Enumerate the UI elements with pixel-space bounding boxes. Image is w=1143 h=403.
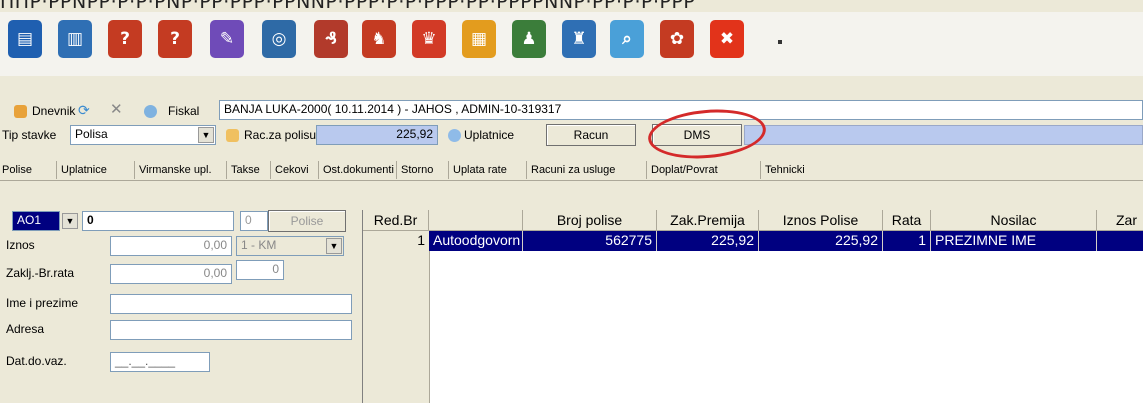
ribbon-user-icon[interactable]: ? bbox=[158, 20, 192, 58]
grid-cell[interactable]: 225,92 bbox=[657, 231, 759, 251]
tab-uplata-rate[interactable]: Uplata rate bbox=[448, 161, 507, 179]
grid-header-0[interactable]: Red.Br bbox=[363, 210, 429, 231]
main-toolbar: ▤ ▥?? ✎ ◎ ₰ ♞ ♛ ▦ ♟ ♜ ⌕ ✿ ✖ bbox=[0, 12, 1143, 76]
toolbar-overflow-dot bbox=[778, 40, 782, 44]
grid-cell[interactable]: Autoodgovorn bbox=[429, 231, 523, 251]
tab-ost-dokumenti[interactable]: Ost.dokumenti bbox=[318, 161, 394, 179]
tab-storno[interactable]: Storno bbox=[396, 161, 433, 179]
ime-prezime-label: Ime i prezime bbox=[6, 296, 79, 310]
iznos-label: Iznos bbox=[6, 238, 35, 252]
database-icon[interactable]: ▥ bbox=[58, 20, 92, 58]
network-icon[interactable]: ◎ bbox=[262, 20, 296, 58]
calendar-icon[interactable]: ▦ bbox=[462, 20, 496, 58]
tab-uplatnice[interactable]: Uplatnice bbox=[56, 161, 107, 179]
currency-chevron-down-icon[interactable]: ▼ bbox=[326, 238, 342, 254]
ribbon-award-icon[interactable]: ♛ bbox=[412, 20, 446, 58]
grid-cell[interactable]: 1 bbox=[883, 231, 931, 251]
grid-cell[interactable]: PREZIMNE IME bbox=[931, 231, 1097, 251]
adresa-label: Adresa bbox=[6, 322, 45, 336]
session-info-field: BANJA LUKA-2000( 10.11.2014 ) - JAHOS , … bbox=[219, 100, 1143, 120]
racun-button[interactable]: Racun bbox=[546, 124, 636, 146]
zaklj-input[interactable]: 0,00 bbox=[110, 264, 232, 284]
edit-document-icon[interactable]: ✎ bbox=[210, 20, 244, 58]
currency-icon[interactable]: ₰ bbox=[314, 20, 348, 58]
dat-do-vaz-input[interactable]: __.__.____ bbox=[110, 352, 210, 372]
header-row: Dnevnik ⟳ ✕ Fiskal BANJA LUKA-2000( 10.1… bbox=[0, 98, 1143, 124]
tab-doplat-povrat[interactable]: Doplat/Povrat bbox=[646, 161, 718, 179]
dms-button[interactable]: DMS bbox=[652, 124, 742, 146]
grid-header-1[interactable] bbox=[429, 210, 523, 231]
grid-header-5[interactable]: Rata bbox=[883, 210, 931, 231]
tab-tehnicki[interactable]: Tehnicki bbox=[760, 161, 805, 179]
grid-row-header-column bbox=[363, 231, 430, 403]
tip-stavke-select[interactable]: Polisa bbox=[70, 125, 216, 145]
policy-grid: Red.Br Broj polise Zak.Premija Iznos Polise… bbox=[362, 210, 1143, 403]
adresa-input[interactable] bbox=[110, 320, 352, 340]
users-group-icon[interactable]: ♟ bbox=[512, 20, 546, 58]
policy-entry-panel: AO1 ▼ 0 0 Polise Iznos 0,00 1 - KM ▼ Zak… bbox=[0, 196, 362, 403]
tab-polise[interactable]: Polise bbox=[0, 161, 32, 179]
small-number-input[interactable]: 0 bbox=[240, 211, 268, 231]
ribbon-people-icon[interactable]: ♞ bbox=[362, 20, 396, 58]
journal-icon bbox=[14, 105, 27, 118]
iznos-input[interactable]: 0,00 bbox=[110, 236, 232, 256]
tab-racuni-za-usluge[interactable]: Racuni za usluge bbox=[526, 161, 615, 179]
ribbon-question-icon[interactable]: ? bbox=[108, 20, 142, 58]
expand-icon[interactable]: ✕ bbox=[110, 102, 123, 117]
shield-people-icon[interactable]: ♜ bbox=[562, 20, 596, 58]
tab-takse[interactable]: Takse bbox=[226, 161, 260, 179]
code-chevron-down-icon[interactable]: ▼ bbox=[62, 213, 78, 229]
tab-virmanske-upl-[interactable]: Virmanske upl. bbox=[134, 161, 212, 179]
grid-header-3[interactable]: Zak.Premija bbox=[657, 210, 759, 231]
grid-row-number[interactable]: 1 bbox=[363, 231, 429, 251]
polise-button[interactable]: Polise bbox=[268, 210, 346, 232]
grid-header-6[interactable]: Nosilac bbox=[931, 210, 1097, 231]
ribbon-gear-icon[interactable]: ✿ bbox=[660, 20, 694, 58]
dnevnik-button[interactable]: Dnevnik bbox=[32, 104, 75, 118]
ime-prezime-input[interactable] bbox=[110, 294, 352, 314]
br-rata-input[interactable]: 0 bbox=[236, 260, 284, 280]
status-strip bbox=[744, 125, 1143, 145]
grid-cell[interactable]: 562775 bbox=[523, 231, 657, 251]
preview-document-icon[interactable]: ⌕ bbox=[610, 20, 644, 58]
invoice-icon bbox=[226, 129, 239, 142]
fiskal-button[interactable]: Fiskal bbox=[168, 104, 199, 118]
rac-za-polisu-field: 225,92 bbox=[316, 125, 438, 145]
grid-cell[interactable]: 225,92 bbox=[759, 231, 883, 251]
open-icon[interactable]: ▤ bbox=[8, 20, 42, 58]
grid-cell[interactable] bbox=[1097, 231, 1143, 251]
close-icon[interactable]: ✖ bbox=[710, 20, 744, 58]
grid-header-2[interactable]: Broj polise bbox=[523, 210, 657, 231]
item-type-row: Tip stavke Polisa ▼ Rac.za polisu 225,92… bbox=[0, 122, 1143, 148]
number-input[interactable]: 0 bbox=[82, 211, 234, 231]
refresh-icon[interactable]: ⟳ bbox=[78, 103, 91, 117]
cropped-header-text: ППP·PPNPP·P·P·PNP·PP·PPP·PPNNP·PPP·P·P·P… bbox=[0, 0, 696, 11]
tip-stavke-label: Tip stavke bbox=[2, 128, 57, 142]
zaklj-label: Zaklj.-Br.rata bbox=[6, 266, 75, 280]
fiskal-icon bbox=[144, 105, 157, 118]
grid-header-7[interactable]: Zar bbox=[1097, 210, 1143, 231]
tab-cekovi[interactable]: Cekovi bbox=[270, 161, 309, 179]
tip-stavke-value: Polisa bbox=[75, 127, 108, 141]
chevron-down-icon[interactable]: ▼ bbox=[198, 127, 214, 143]
code-select[interactable]: AO1 bbox=[12, 211, 60, 231]
payment-slip-icon bbox=[448, 129, 461, 142]
rac-za-polisu-label: Rac.za polisu bbox=[244, 128, 317, 142]
dat-do-vaz-label: Dat.do.vaz. bbox=[6, 354, 67, 368]
uplatnice-button[interactable]: Uplatnice bbox=[464, 128, 514, 142]
tab-bar: Polise Uplatnice Virmanske upl. Takse Cekovi… bbox=[0, 158, 1143, 181]
grid-header-4[interactable]: Iznos Polise bbox=[759, 210, 883, 231]
